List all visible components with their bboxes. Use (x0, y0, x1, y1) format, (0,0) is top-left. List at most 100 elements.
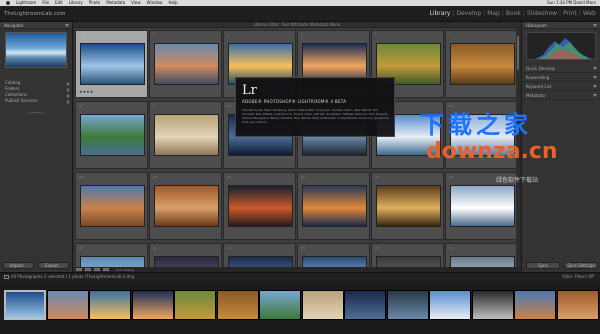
photo-thumbnail[interactable] (80, 256, 145, 267)
filmstrip-thumbnail[interactable] (386, 290, 429, 320)
export-button[interactable]: Export... (38, 262, 69, 269)
photo-thumbnail[interactable] (80, 114, 145, 156)
sort-control[interactable]: Sort: Rating (116, 268, 134, 272)
grid-cell[interactable]: 24 (371, 243, 444, 267)
cell-index: 20 (79, 246, 83, 250)
module-develop[interactable]: Develop (456, 10, 481, 18)
expand-triangle-icon[interactable] (593, 67, 597, 70)
grid-view-icon[interactable] (76, 268, 82, 271)
grid-cell[interactable]: 13 (445, 101, 518, 169)
histogram-header[interactable]: Histogram (522, 22, 600, 29)
quick-develop-panel[interactable]: Quick Develop (522, 64, 600, 73)
filmstrip-thumbnail[interactable] (174, 290, 216, 320)
grid-cell[interactable]: 14 (75, 172, 148, 240)
photo-thumbnail[interactable] (450, 43, 515, 85)
grid-cell[interactable]: 23 (297, 243, 370, 267)
photo-thumbnail[interactable] (450, 185, 515, 227)
photo-thumbnail[interactable] (154, 114, 219, 156)
apple-icon[interactable] (6, 1, 10, 5)
filmstrip-thumbnail[interactable] (89, 290, 131, 320)
survey-view-icon[interactable] (103, 268, 109, 271)
filmstrip-filter: Filter: Filters Off (562, 273, 594, 281)
navigator-header[interactable]: Navigator (0, 22, 72, 29)
photo-thumbnail[interactable] (376, 185, 441, 227)
photo-thumbnail[interactable] (450, 114, 515, 156)
photo-thumbnail[interactable] (302, 185, 367, 227)
grid-cell[interactable]: 20 (75, 243, 148, 267)
filmstrip-thumbnail[interactable] (259, 290, 301, 320)
grid-cell[interactable]: 25 (445, 243, 518, 267)
expand-triangle-icon[interactable] (593, 94, 597, 97)
filter-select[interactable]: Filters Off (575, 274, 594, 279)
photo-thumbnail[interactable] (450, 256, 515, 267)
grid-cell[interactable]: 3 (149, 30, 222, 98)
module-library[interactable]: Library (429, 10, 450, 18)
filmstrip-thumbnail[interactable] (216, 290, 259, 320)
grid-cell[interactable]: 2 ★★★★ (75, 30, 148, 98)
scrollbar-thumb[interactable] (517, 36, 519, 70)
grid-cell[interactable]: 7 (445, 30, 518, 98)
metadata-panel[interactable]: Metadata (522, 91, 600, 100)
filmstrip-thumbnail[interactable] (556, 290, 599, 320)
photo-thumbnail[interactable] (302, 256, 367, 267)
filmstrip-thumbnail[interactable] (46, 290, 89, 320)
library-filter-bar[interactable]: Library Filter: Text Attribute Metadata … (74, 22, 520, 28)
navigator-preview[interactable] (5, 32, 67, 68)
collapse-triangle-icon[interactable] (65, 24, 69, 27)
filmstrip-source-text[interactable]: All Photographs 2 selected / 1 photo /Th… (11, 274, 134, 279)
grid-cell[interactable]: 21 (149, 243, 222, 267)
sync-button[interactable]: Sync (526, 262, 560, 269)
library-grid: Library Filter: Text Attribute Metadata … (74, 22, 520, 267)
module-slideshow[interactable]: Slideshow (527, 10, 557, 18)
expand-triangle-icon[interactable] (593, 76, 597, 79)
photo-thumbnail[interactable] (154, 185, 219, 227)
grid-cell[interactable]: 8 (75, 101, 148, 169)
compare-view-icon[interactable] (94, 268, 100, 271)
sync-settings-button[interactable]: Sync Settings (564, 262, 598, 269)
monitor-icon[interactable] (4, 275, 9, 279)
loupe-view-icon[interactable] (85, 268, 91, 271)
identity-title: TheLightroomLab.com (4, 11, 66, 17)
filmstrip-thumbnail[interactable] (429, 290, 471, 320)
grid-cell[interactable]: 19 (445, 172, 518, 240)
module-separator: | (501, 10, 504, 17)
keywording-panel[interactable]: Keywording (522, 73, 600, 82)
grid-scrollbar[interactable] (516, 28, 520, 267)
photo-thumbnail[interactable] (80, 185, 145, 227)
filmstrip-thumbnail[interactable] (344, 290, 386, 320)
photo-thumbnail[interactable] (228, 185, 293, 227)
metadata-label: Metadata (526, 93, 545, 98)
filmstrip-thumbnail[interactable] (471, 290, 514, 320)
photo-thumbnail[interactable] (154, 43, 219, 85)
photo-thumbnail[interactable] (154, 256, 219, 267)
grid-cell[interactable]: 15 (149, 172, 222, 240)
panel-publish-services[interactable]: Publish Services (0, 98, 73, 104)
grid-cell[interactable]: 17 (297, 172, 370, 240)
expand-triangle-icon[interactable] (593, 85, 597, 88)
filmstrip-thumbnail[interactable] (131, 290, 174, 320)
filter-label: Filter: (562, 274, 574, 279)
expand-triangle-icon[interactable] (67, 100, 70, 104)
star-rating[interactable]: ★★★★ (79, 89, 93, 94)
photo-thumbnail[interactable] (228, 256, 293, 267)
panel-end-ornament (26, 112, 46, 116)
filmstrip-thumbnail[interactable] (301, 290, 344, 320)
grid-cell[interactable]: 16 (223, 172, 296, 240)
grid-cell[interactable]: 18 (371, 172, 444, 240)
module-separator: | (559, 10, 562, 17)
module-book[interactable]: Book (506, 10, 521, 18)
sync-buttons: Sync Sync Settings (526, 262, 598, 269)
grid-cell[interactable]: 9 (149, 101, 222, 169)
splash-screen[interactable]: Lr ADOBE® PHOTOSHOP® LIGHTROOM® 4 BETA T… (235, 77, 395, 137)
photo-thumbnail[interactable] (80, 43, 145, 85)
grid-cell[interactable]: 22 (223, 243, 296, 267)
module-web[interactable]: Web (583, 10, 596, 18)
module-print[interactable]: Print (563, 10, 577, 18)
collapse-triangle-icon[interactable] (593, 24, 597, 27)
filmstrip-thumbnail[interactable] (4, 290, 46, 320)
photo-thumbnail[interactable] (376, 256, 441, 267)
keyword-list-panel[interactable]: Keyword List (522, 82, 600, 91)
import-button[interactable]: Import... (3, 262, 34, 269)
module-map[interactable]: Map (487, 10, 500, 18)
filmstrip-thumbnail[interactable] (514, 290, 556, 320)
